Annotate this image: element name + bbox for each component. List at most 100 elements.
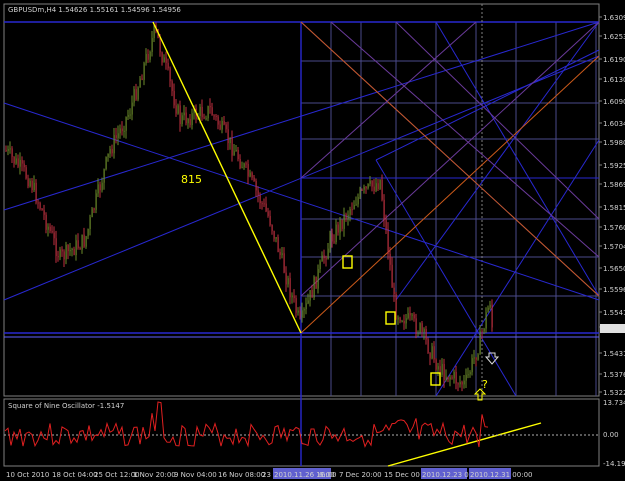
candle-body — [277, 237, 279, 253]
candle-body — [379, 179, 381, 189]
candle-body — [407, 313, 409, 319]
time-axis-label: 18 Oct 04:00 — [52, 471, 98, 479]
candle-body — [249, 172, 251, 177]
candle-body — [201, 106, 203, 118]
candle-body — [371, 180, 373, 187]
candle-body — [253, 177, 255, 182]
candle-body — [35, 182, 37, 203]
candle-body — [221, 121, 223, 130]
candle-body — [21, 159, 23, 164]
time-axis-label: 10 Oct 2010 — [6, 471, 49, 479]
candle-body — [45, 214, 47, 230]
candle-body — [275, 237, 277, 239]
candle-body — [391, 264, 393, 288]
candle-body — [367, 183, 369, 189]
candle-body — [411, 314, 413, 316]
candle-body — [389, 253, 391, 265]
time-axis-label: 6:00 — [319, 471, 335, 479]
candle-body — [29, 180, 31, 187]
forex-chart[interactable]: GBPUSDm,H4 1.54626 1.55161 1.54596 1.549… — [0, 0, 625, 481]
candle-body — [333, 241, 335, 243]
candle-body — [355, 204, 357, 206]
price-axis-label: 1.54315 — [603, 350, 625, 358]
candle-body — [175, 105, 177, 114]
candle-body — [313, 276, 315, 298]
candle-body — [427, 339, 429, 353]
candle-body — [361, 189, 363, 191]
candle-body — [289, 278, 291, 298]
oscillator-axis-label: -14.195 — [603, 460, 625, 468]
price-axis-label: 1.58695 — [603, 181, 625, 189]
candle-body — [413, 314, 415, 319]
candle-body — [481, 331, 483, 333]
candle-body — [447, 376, 449, 380]
candle-body — [341, 219, 343, 229]
candle-body — [23, 163, 25, 168]
candle-body — [209, 106, 211, 108]
candle-body — [85, 236, 87, 247]
price-axis-label: 1.59250 — [603, 162, 625, 170]
candle-body — [279, 252, 281, 255]
candle-body — [229, 137, 231, 144]
candle-body — [79, 247, 81, 250]
candle-body — [165, 57, 167, 63]
candle-body — [131, 102, 133, 115]
candle-body — [179, 105, 181, 125]
candle-body — [293, 295, 295, 299]
candle-body — [207, 106, 209, 119]
candle-body — [89, 217, 91, 229]
price-axis-label: 1.57045 — [603, 243, 625, 251]
candle-body — [235, 149, 237, 152]
candle-body — [487, 307, 489, 313]
candle-body — [315, 276, 317, 289]
candle-body — [27, 178, 29, 187]
candle-body — [477, 354, 479, 360]
price-axis-label: 1.53220 — [603, 389, 625, 397]
time-axis-label: 2010.12.31 00:00 — [470, 471, 532, 479]
candle-body — [365, 186, 367, 189]
candle-body — [309, 290, 311, 301]
candle-body — [111, 148, 113, 154]
candle-body — [459, 382, 461, 385]
label-815: 815 — [181, 173, 202, 186]
candle-body — [373, 186, 375, 191]
candle-body — [267, 211, 269, 216]
candle-body — [353, 204, 355, 210]
candle-body — [261, 203, 263, 205]
candle-body — [269, 215, 271, 226]
candle-body — [377, 183, 379, 189]
candle-body — [57, 256, 59, 258]
candle-body — [335, 224, 337, 243]
oscillator-title: Square of Nine Oscillator -1.5147 — [8, 402, 124, 410]
candle-body — [467, 374, 469, 376]
price-axis-label: 1.63090 — [603, 14, 625, 22]
candle-body — [145, 53, 147, 64]
candle-body — [203, 117, 205, 119]
price-axis-label: 1.59805 — [603, 139, 625, 147]
candle-body — [169, 68, 171, 82]
price-axis-label: 1.61305 — [603, 76, 625, 84]
candle-body — [271, 225, 273, 232]
candle-body — [97, 184, 99, 194]
candle-body — [479, 331, 481, 355]
candle-body — [67, 244, 69, 252]
candle-body — [65, 244, 67, 260]
candle-body — [445, 376, 447, 381]
candle-body — [433, 346, 435, 360]
candle-body — [357, 197, 359, 205]
candle-body — [343, 214, 345, 229]
candle-body — [423, 329, 425, 333]
candle-body — [419, 323, 421, 334]
candle-body — [173, 91, 175, 106]
candle-body — [135, 89, 137, 100]
candle-body — [451, 377, 453, 379]
price-axis-label: 1.57600 — [603, 224, 625, 232]
candle-body — [257, 190, 259, 196]
candle-body — [147, 53, 149, 60]
candle-body — [103, 169, 105, 183]
candle-body — [325, 258, 327, 260]
candle-body — [113, 135, 115, 154]
candle-body — [187, 118, 189, 124]
candle-body — [263, 203, 265, 205]
candle-body — [443, 363, 445, 381]
